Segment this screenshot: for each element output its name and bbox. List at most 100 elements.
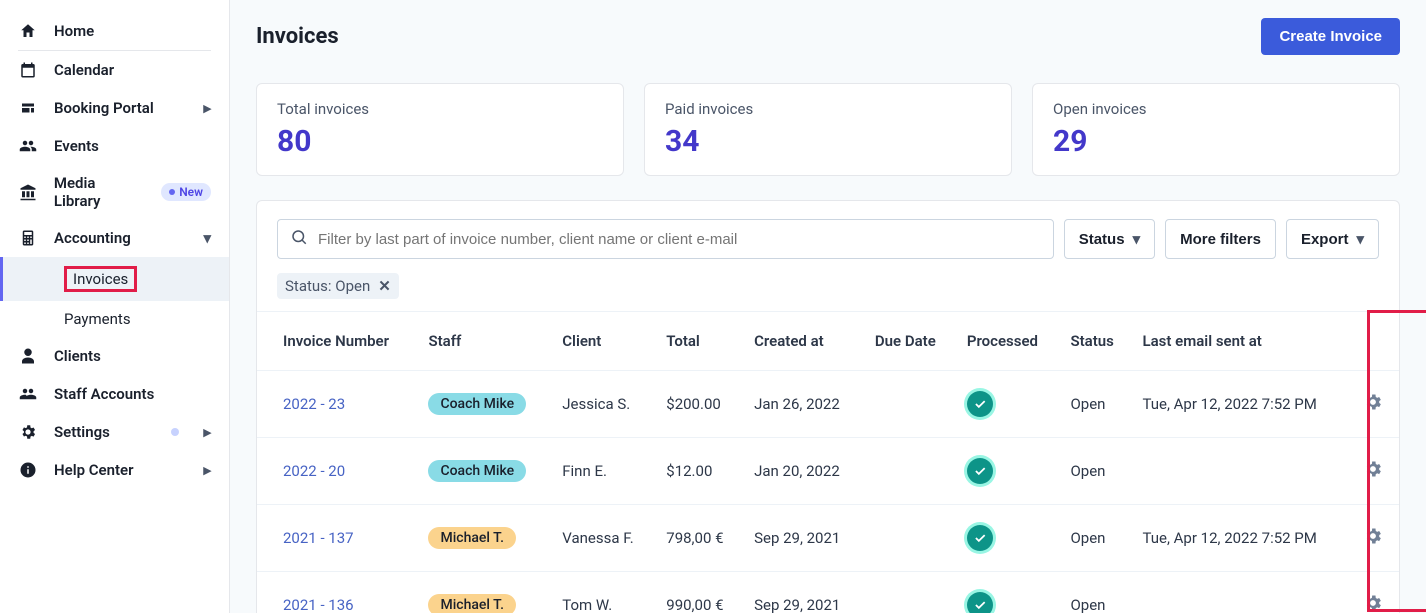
sidebar-item-help[interactable]: Help Center ▸: [0, 451, 229, 489]
library-icon: [18, 182, 38, 202]
stat-value: 80: [277, 124, 603, 159]
sidebar-item-home[interactable]: Home: [0, 12, 229, 50]
invoice-link[interactable]: 2021 - 137: [283, 529, 354, 547]
sidebar-label: Accounting: [54, 229, 131, 247]
staff-pill: Coach Mike: [428, 460, 526, 482]
page-title: Invoices: [256, 24, 339, 49]
sidebar-label: Booking Portal: [54, 99, 154, 117]
created-cell: Jan 20, 2022: [744, 438, 865, 505]
col-processed: Processed: [957, 312, 1061, 371]
sidebar-label: Clients: [54, 347, 101, 365]
chip-label: Status: Open: [285, 277, 370, 295]
search-input[interactable]: [318, 231, 1041, 248]
chevron-down-icon: ▾: [1133, 230, 1141, 248]
more-filters-button[interactable]: More filters: [1165, 219, 1276, 259]
row-settings-button[interactable]: [1363, 398, 1383, 416]
status-cell: Open: [1060, 505, 1132, 572]
stat-label: Paid invoices: [665, 100, 991, 118]
last-email-cell: [1133, 438, 1354, 505]
processed-cell: [957, 572, 1061, 613]
table-row[interactable]: 2022 - 20 Coach Mike Finn E. $12.00 Jan …: [257, 438, 1399, 505]
processed-cell: [957, 371, 1061, 438]
row-settings-button[interactable]: [1363, 465, 1383, 483]
created-cell: Jan 26, 2022: [744, 371, 865, 438]
sidebar-item-staff[interactable]: Staff Accounts: [0, 375, 229, 413]
invoice-panel: Status▾ More filters Export▾ Status: Ope…: [256, 200, 1400, 613]
status-filter-button[interactable]: Status▾: [1064, 219, 1155, 259]
invoice-link[interactable]: 2022 - 20: [283, 462, 345, 480]
last-email-cell: Tue, Apr 12, 2022 7:52 PM: [1133, 505, 1354, 572]
row-settings-button[interactable]: [1363, 599, 1383, 613]
total-cell: 990,00 €: [656, 572, 744, 613]
sidebar-label: Calendar: [54, 61, 114, 79]
invoice-table: Invoice Number Staff Client Total Create…: [257, 311, 1399, 613]
col-client: Client: [552, 312, 656, 371]
sidebar-sub-invoices[interactable]: Invoices: [0, 257, 229, 301]
due-cell: [865, 505, 957, 572]
table-row[interactable]: 2022 - 23 Coach Mike Jessica S. $200.00 …: [257, 371, 1399, 438]
chevron-right-icon: ▸: [203, 99, 211, 117]
gear-icon: [18, 422, 38, 442]
invoice-link[interactable]: 2022 - 23: [283, 395, 345, 413]
col-staff: Staff: [418, 312, 552, 371]
sidebar-label: Events: [54, 137, 99, 155]
due-cell: [865, 371, 957, 438]
events-icon: [18, 136, 38, 156]
check-icon: [967, 592, 993, 613]
sidebar-item-events[interactable]: Events: [0, 127, 229, 165]
export-button[interactable]: Export▾: [1286, 219, 1379, 259]
calculator-icon: [18, 228, 38, 248]
sidebar-sub-payments[interactable]: Payments: [0, 301, 229, 337]
sidebar-item-settings[interactable]: Settings ▸: [0, 413, 229, 451]
sidebar-item-booking[interactable]: Booking Portal ▸: [0, 89, 229, 127]
create-invoice-button[interactable]: Create Invoice: [1261, 18, 1400, 55]
sidebar: Home Calendar Booking Portal ▸ Events Me…: [0, 0, 230, 613]
client-cell: Finn E.: [552, 438, 656, 505]
staff-pill: Coach Mike: [428, 393, 526, 415]
sidebar-item-accounting[interactable]: Accounting ▾: [0, 219, 229, 257]
total-cell: $200.00: [656, 371, 744, 438]
sidebar-label: Help Center: [54, 461, 134, 479]
status-cell: Open: [1060, 572, 1132, 613]
check-icon: [967, 525, 993, 551]
staff-pill: Michael T.: [428, 527, 516, 549]
stat-value: 29: [1053, 124, 1379, 159]
table-row[interactable]: 2021 - 137 Michael T. Vanessa F. 798,00 …: [257, 505, 1399, 572]
close-icon[interactable]: ✕: [378, 277, 391, 295]
sidebar-label: Settings: [54, 423, 110, 441]
sidebar-sub-label: Invoices: [64, 266, 137, 292]
staff-pill: Michael T.: [428, 594, 516, 613]
sidebar-item-media[interactable]: Media Library New: [0, 165, 229, 219]
last-email-cell: [1133, 572, 1354, 613]
chevron-down-icon: ▾: [1356, 230, 1364, 248]
total-cell: 798,00 €: [656, 505, 744, 572]
check-icon: [967, 458, 993, 484]
col-actions: [1353, 312, 1399, 371]
col-created: Created at: [744, 312, 865, 371]
col-invoice: Invoice Number: [257, 312, 418, 371]
search-box[interactable]: [277, 219, 1054, 259]
processed-cell: [957, 438, 1061, 505]
info-icon: [18, 460, 38, 480]
col-status: Status: [1060, 312, 1132, 371]
created-cell: Sep 29, 2021: [744, 572, 865, 613]
sidebar-label: Home: [54, 22, 94, 40]
search-icon: [290, 228, 308, 250]
client-cell: Vanessa F.: [552, 505, 656, 572]
row-settings-button[interactable]: [1363, 532, 1383, 550]
table-row[interactable]: 2021 - 136 Michael T. Tom W. 990,00 € Se…: [257, 572, 1399, 613]
col-last-email: Last email sent at: [1133, 312, 1354, 371]
processed-cell: [957, 505, 1061, 572]
staff-icon: [18, 384, 38, 404]
status-cell: Open: [1060, 438, 1132, 505]
filter-chip-status[interactable]: Status: Open ✕: [277, 273, 399, 299]
last-email-cell: Tue, Apr 12, 2022 7:52 PM: [1133, 371, 1354, 438]
invoice-link[interactable]: 2021 - 136: [283, 596, 354, 613]
stat-label: Total invoices: [277, 100, 603, 118]
sidebar-item-calendar[interactable]: Calendar: [0, 51, 229, 89]
due-cell: [865, 438, 957, 505]
calendar-icon: [18, 60, 38, 80]
stat-total: Total invoices 80: [256, 83, 624, 176]
stat-paid: Paid invoices 34: [644, 83, 1012, 176]
sidebar-item-clients[interactable]: Clients: [0, 337, 229, 375]
